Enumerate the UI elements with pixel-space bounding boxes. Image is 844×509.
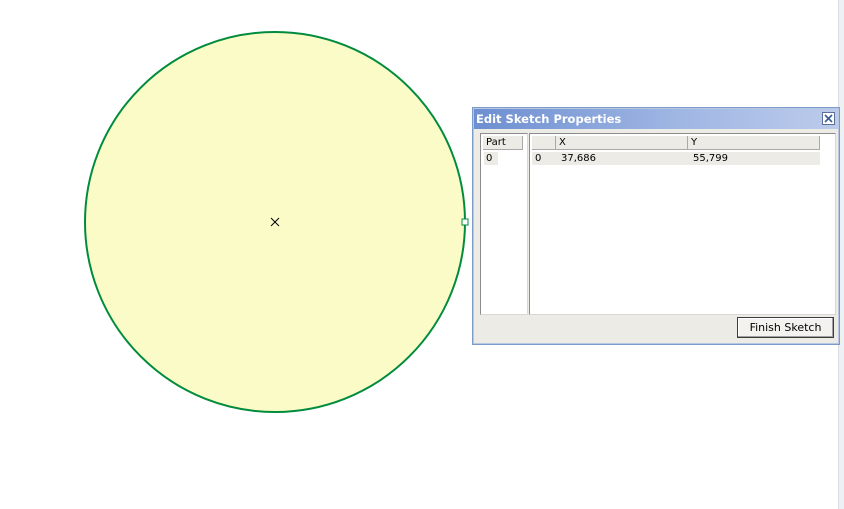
edit-sketch-properties-dialog: Edit Sketch Properties Part 0 X Y 0 37,6…	[472, 107, 840, 345]
part-list-item[interactable]: 0	[484, 152, 498, 165]
dialog-titlebar[interactable]: Edit Sketch Properties	[474, 109, 838, 129]
table-row[interactable]: 0 37,686 55,799	[532, 152, 820, 165]
y-column-header[interactable]: Y	[688, 136, 820, 150]
finish-sketch-button[interactable]: Finish Sketch	[737, 317, 834, 338]
part-list[interactable]: Part 0	[480, 133, 528, 315]
y-cell[interactable]: 55,799	[690, 152, 822, 165]
close-button[interactable]	[822, 112, 835, 125]
vertex-handle-icon[interactable]	[461, 218, 469, 226]
x-column-header[interactable]: X	[556, 136, 688, 150]
x-cell[interactable]: 37,686	[558, 152, 690, 165]
dialog-title: Edit Sketch Properties	[476, 112, 622, 126]
vertex-grid[interactable]: X Y 0 37,686 55,799	[529, 133, 836, 315]
close-icon	[824, 114, 833, 123]
part-column-header[interactable]: Part	[483, 136, 523, 150]
vertex-index-header[interactable]	[532, 136, 556, 150]
vertex-index-cell[interactable]: 0	[532, 152, 556, 165]
